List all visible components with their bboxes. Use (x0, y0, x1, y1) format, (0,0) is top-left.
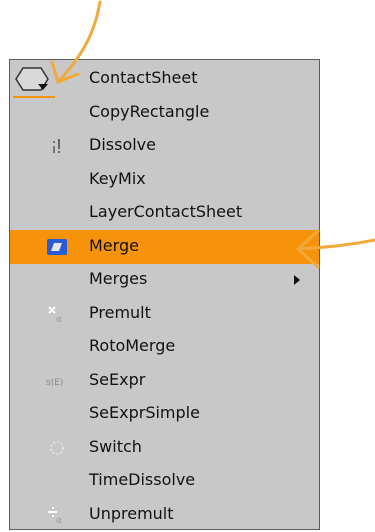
menu-item-label: Unpremult (89, 503, 174, 523)
unpremult-icon: α (46, 505, 68, 525)
menu-item-switch[interactable]: Switch (10, 431, 319, 465)
menu-item-timedissolve[interactable]: TimeDissolve (10, 464, 319, 498)
svg-text:s(E): s(E) (46, 378, 63, 388)
menu-item-label: Merges (89, 269, 148, 288)
menu-item-rotomerge[interactable]: RotoMerge (10, 330, 319, 364)
menu-item-label: Merge (89, 235, 139, 255)
menu-item-label: KeyMix (89, 168, 146, 188)
merge-node-menu: ContactSheet CopyRectangle Dissolve KeyMix L… (9, 59, 320, 530)
menu-item-seexpr[interactable]: s(E) SeExpr (10, 364, 319, 398)
menu-item-layercontactsheet[interactable]: LayerContactSheet (10, 196, 319, 230)
seexpr-icon: s(E) (46, 371, 68, 391)
menu-item-label: Premult (89, 302, 151, 322)
dissolve-icon (46, 136, 68, 156)
menu-item-label: Switch (89, 436, 142, 456)
menu-item-label: CopyRectangle (89, 101, 210, 121)
menu-item-label: SeExprSimple (89, 403, 200, 422)
menu-item-copyrectangle[interactable]: CopyRectangle (10, 96, 319, 130)
menu-item-label: RotoMerge (89, 336, 176, 355)
menu-item-label: LayerContactSheet (89, 202, 243, 221)
menu-item-label: TimeDissolve (89, 470, 196, 489)
submenu-arrow-icon (294, 275, 300, 285)
svg-text:α: α (56, 516, 62, 525)
menu-item-seexprsimple[interactable]: SeExprSimple (10, 397, 319, 431)
menu-item-keymix[interactable]: KeyMix (10, 163, 319, 197)
premult-icon: α (46, 304, 68, 324)
menu-item-label: SeExpr (89, 369, 146, 389)
menu-item-label: ContactSheet (89, 68, 198, 87)
menu-item-contactsheet[interactable]: ContactSheet (10, 62, 319, 96)
menu-item-merges[interactable]: Merges (10, 263, 319, 297)
menu-item-dissolve[interactable]: Dissolve (10, 129, 319, 163)
menu-item-unpremult[interactable]: α Unpremult (10, 498, 319, 532)
menu-item-premult[interactable]: α Premult (10, 297, 319, 331)
svg-text:α: α (56, 315, 62, 324)
menu-item-label: Dissolve (89, 135, 156, 154)
menu-item-merge[interactable]: Merge (10, 229, 319, 264)
switch-icon (46, 438, 68, 458)
merge-icon (46, 237, 68, 257)
